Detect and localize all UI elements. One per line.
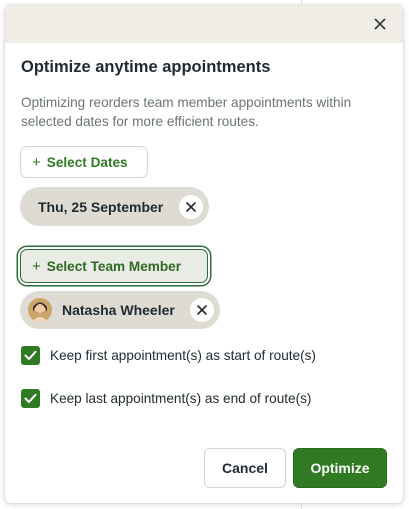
check-icon [24,393,37,403]
keep-first-label: Keep first appointment(s) as start of ro… [50,348,316,363]
remove-member-button[interactable] [190,298,214,322]
keep-last-option: Keep last appointment(s) as end of route… [21,389,311,408]
dialog-description: Optimizing reorders team member appointm… [21,95,352,129]
keep-last-label: Keep last appointment(s) as end of route… [50,391,312,406]
optimize-dialog: Optimize anytime appointments Optimizing… [5,5,403,503]
close-button[interactable] [369,13,391,35]
keep-first-checkbox[interactable] [21,346,40,365]
keep-first-option: Keep first appointment(s) as start of ro… [21,346,316,365]
close-icon [374,18,386,30]
avatar [28,298,52,322]
selected-member-label: Natasha Wheeler [62,302,175,318]
plus-icon: + [32,153,41,171]
dialog-header [5,5,403,43]
select-dates-button[interactable]: + Select Dates [20,146,148,178]
selected-member-chip: Natasha Wheeler [20,291,220,329]
close-icon [186,201,196,212]
keep-last-checkbox[interactable] [21,389,40,408]
select-team-member-label: Select Team Member [46,258,181,274]
select-dates-label: Select Dates [46,154,128,170]
check-icon [24,350,37,360]
dialog-title: Optimize anytime appointments [21,58,271,76]
remove-date-button[interactable] [179,194,203,219]
select-team-member-button[interactable]: + Select Team Member [20,249,208,283]
selected-date-label: Thu, 25 September [38,198,164,215]
selected-date-chip: Thu, 25 September [20,187,209,226]
plus-icon: + [32,257,41,275]
close-icon [197,305,207,315]
optimize-button[interactable]: Optimize [293,448,387,488]
cancel-button[interactable]: Cancel [204,448,286,488]
